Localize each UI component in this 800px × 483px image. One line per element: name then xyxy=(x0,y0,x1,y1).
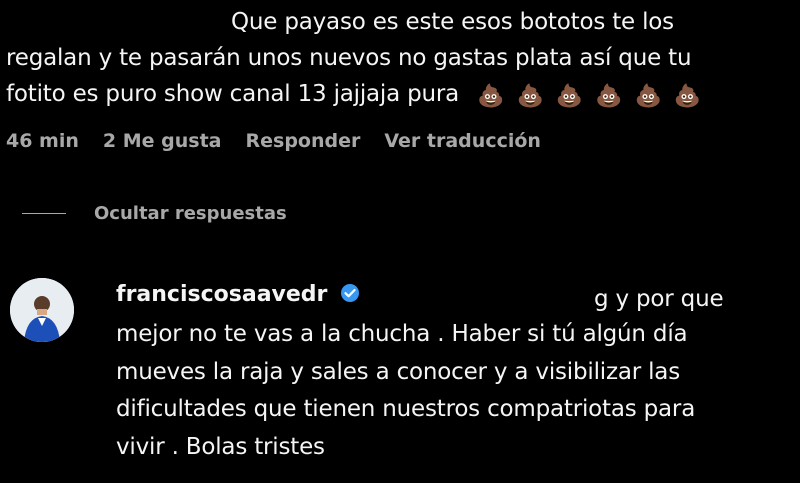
emoji-row: 💩 💩 💩 💩 💩 💩 xyxy=(472,76,701,115)
pile-of-poo-icon: 💩 xyxy=(555,84,584,109)
reply-line: vivir . Bolas tristes xyxy=(116,433,325,460)
verified-badge-icon xyxy=(339,282,361,308)
comment-timestamp: 46 min xyxy=(6,130,79,152)
reply-lines: mejor no te vas a la chucha . Haber si t… xyxy=(116,316,695,466)
comment-line: fotito es puro show canal 13 jajjaja pur… xyxy=(6,76,786,115)
pile-of-poo-icon: 💩 xyxy=(595,84,623,109)
pile-of-poo-icon: 💩 xyxy=(634,84,662,109)
likes-count-button[interactable]: 2 Me gusta xyxy=(103,130,222,152)
comment-text: Que payaso es este esos bototos te los r… xyxy=(6,4,786,115)
pile-of-poo-icon: 💩 xyxy=(516,84,544,109)
comment-actions: 46 min 2 Me gusta Responder Ver traducci… xyxy=(6,130,541,152)
comment-line-text: fotito es puro show canal 13 jajjaja pur… xyxy=(6,81,460,107)
pile-of-poo-icon: 💩 xyxy=(673,84,702,109)
reply-body: franciscosaavedr g y por que mejor no te… xyxy=(116,282,776,460)
comment-line: regalan y te pasarán unos nuevos no gast… xyxy=(6,45,692,71)
reply-username[interactable]: franciscosaavedr xyxy=(116,282,327,307)
avatar-image xyxy=(10,278,74,342)
comment: Que payaso es este esos bototos te los r… xyxy=(6,4,786,115)
pile-of-poo-icon: 💩 xyxy=(477,84,505,109)
reply-line: g y por que xyxy=(594,286,724,312)
see-translation-button[interactable]: Ver traducción xyxy=(384,130,541,152)
comment-line: Que payaso es este esos bototos te los xyxy=(231,9,674,35)
reply-line: dificultades que tienen nuestros compatr… xyxy=(116,396,696,422)
hide-replies-label: Ocultar respuestas xyxy=(94,203,287,224)
replies-divider xyxy=(22,213,66,214)
reply-button[interactable]: Responder xyxy=(246,130,361,152)
reply-line: mejor no te vas a la chucha . Haber si t… xyxy=(116,321,688,347)
avatar[interactable] xyxy=(10,278,74,342)
hide-replies-button[interactable]: Ocultar respuestas xyxy=(22,203,287,224)
reply-line: mueves la raja y sales a conocer y a vis… xyxy=(116,358,680,385)
